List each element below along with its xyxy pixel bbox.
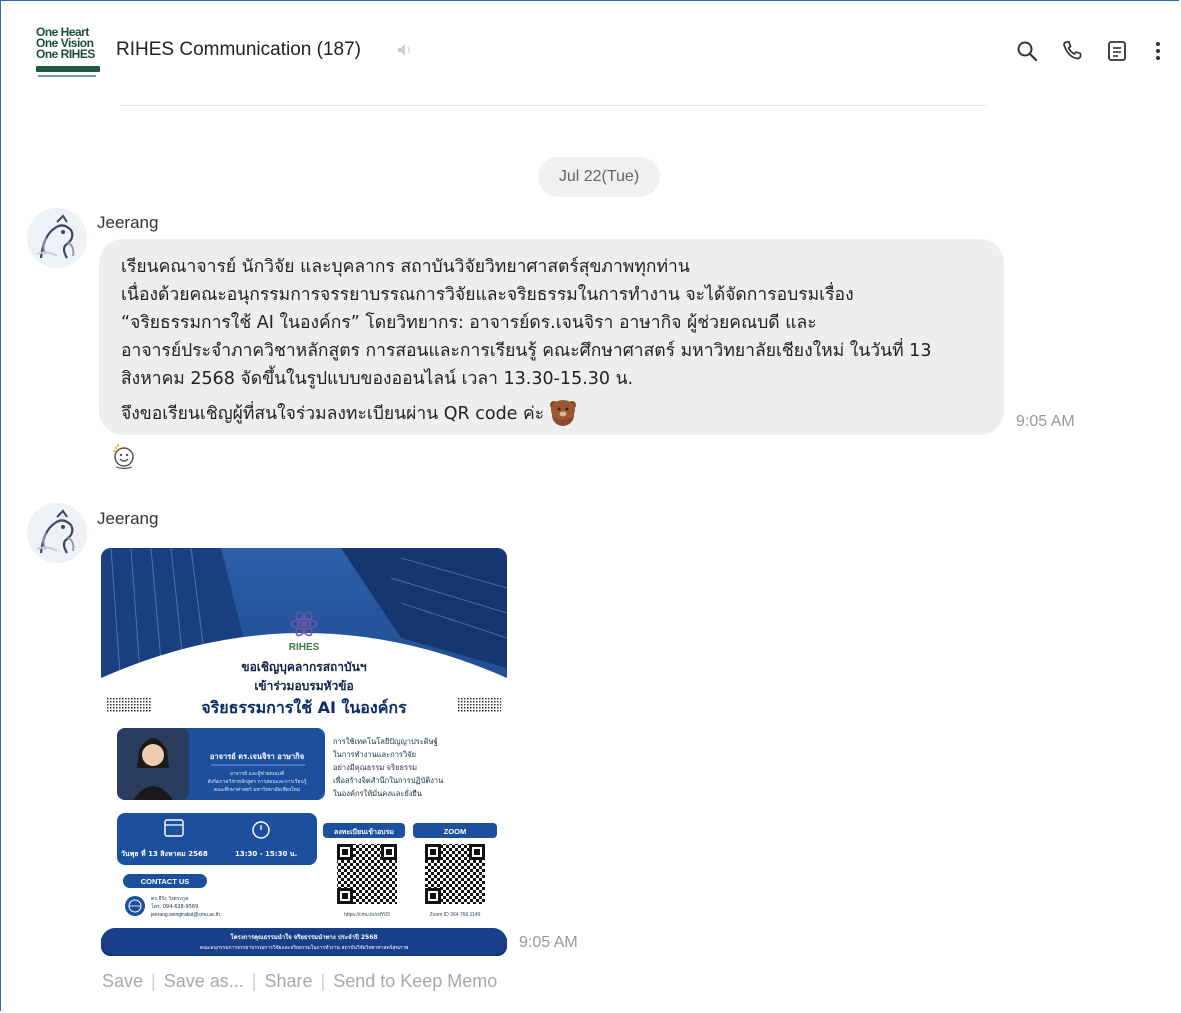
- message-line: อาจารย์ประจำภาควิชาหลักสูตร การสอนและการ…: [121, 341, 932, 361]
- logo-line: One RIHES: [36, 47, 95, 61]
- poster-desc: ในการทำงานและการวิจัย: [333, 750, 416, 759]
- poster-footer: โครงการคุณธรรมนำใจ จริยธรรมนำทาง ประจำปี…: [229, 933, 377, 941]
- poster-desc: อย่างมีคุณธรรม จริยธรรม: [333, 763, 417, 772]
- logo-bar: [38, 75, 96, 77]
- poster-contact-label: CONTACT US: [141, 877, 190, 886]
- bear-emoji-icon: [550, 400, 577, 426]
- sender-name: Jeerang: [97, 509, 159, 528]
- poster-speaker-role: อาจารย์ และผู้ช่วยคณบดี: [230, 770, 284, 777]
- poster-desc: การใช้เทคโนโลยีปัญญาประดิษฐ์: [333, 737, 438, 746]
- phone-icon[interactable]: [1060, 39, 1084, 63]
- poster-org: RIHES: [289, 642, 320, 653]
- poster-date: วันพุธ ที่ 13 สิงหาคม 2568: [121, 848, 208, 858]
- poster-speaker-role: สังกัดภาควิชาหลักสูตร การสอนและการเรียนร…: [207, 778, 306, 785]
- poster-graphic: RIHES ขอเชิญบุคลากรสถาบันฯ เข้าร่วมอบรมห…: [101, 548, 507, 956]
- poster-time: 13:30 - 15:30 น.: [235, 850, 297, 858]
- chat-window: One Heart One Vision One RIHES RIHES Com…: [0, 0, 1179, 1011]
- rihes-logo: One Heart One Vision One RIHES: [36, 26, 104, 79]
- message-time: 9:05 AM: [1016, 413, 1075, 430]
- notes-icon[interactable]: [1105, 39, 1129, 63]
- separator: |: [151, 971, 156, 991]
- message-line: จึงขอเรียนเชิญผู้ที่สนใจร่วมลงทะเบียนผ่า…: [121, 404, 545, 424]
- poster-speaker-name: อาจารย์ ดร.เจนจิรา อาษากิจ: [210, 752, 304, 761]
- poster-invite-line: เข้าร่วมอบรมหัวข้อ: [254, 679, 353, 693]
- avatar[interactable]: [27, 208, 87, 268]
- message-line: “จริยธรรมการใช้ AI ในองค์กร” โดยวิทยากร:…: [121, 313, 817, 333]
- avatar-drawing-icon: [27, 208, 87, 268]
- save-link[interactable]: Save: [102, 971, 143, 991]
- header-divider: [121, 105, 987, 106]
- poster-zoom-label: ZOOM: [444, 827, 467, 836]
- date-separator: Jul 22(Tue): [538, 157, 660, 197]
- message-line: เรียนคณาจารย์ นักวิจัย และบุคลากร สถาบัน…: [121, 257, 690, 277]
- poster-register-link: https://cmu.to/cdY03: [344, 912, 390, 918]
- share-link[interactable]: Share: [264, 971, 312, 991]
- poster-image[interactable]: RIHES ขอเชิญบุคลากรสถาบันฯ เข้าร่วมอบรมห…: [101, 548, 507, 956]
- message-line: เนื่องด้วยคณะอนุกรรมการจรรยาบรรณการวิจัย…: [121, 285, 854, 305]
- chat-title: RIHES Communication (187): [116, 39, 361, 60]
- message-line-last: จึงขอเรียนเชิญผู้ที่สนใจร่วมลงทะเบียนผ่า…: [121, 393, 984, 428]
- send-to-keep-memo-link[interactable]: Send to Keep Memo: [333, 971, 497, 991]
- avatar-drawing-icon: [27, 503, 87, 563]
- poster-topic: จริยธรรมการใช้ AI ในองค์กร: [201, 698, 407, 717]
- avatar[interactable]: [27, 503, 87, 563]
- separator: |: [320, 971, 326, 991]
- separator: |: [251, 971, 257, 991]
- message-time: 9:05 AM: [519, 934, 578, 951]
- poster-invite-line: ขอเชิญบุคลากรสถาบันฯ: [241, 660, 366, 675]
- poster-desc: ในองค์กรให้มั่นคงและยั่งยืน: [333, 788, 422, 798]
- message-line: สิงหาคม 2568 จัดขึ้นในรูปแบบของออนไลน์ เ…: [121, 369, 634, 389]
- poster-contact-name: ดร.จีรัง วังตระกูล: [151, 895, 188, 902]
- poster-register-label: ลงทะเบียนเข้าอบรม: [334, 827, 394, 836]
- logo-bar: [36, 66, 100, 72]
- poster-speaker-role: คณะศึกษาศาสตร์ มหาวิทยาลัยเชียงใหม่: [214, 786, 300, 793]
- mute-speaker-icon[interactable]: [396, 41, 414, 59]
- poster-footer: คณะอนุกรรมการจรรยาบรรณการวิจัยและจริยธรร…: [200, 944, 409, 951]
- sender-name: Jeerang: [97, 213, 159, 232]
- poster-contact-phone: โทร. 094-628-9569: [151, 903, 198, 910]
- message-bubble[interactable]: เรียนคณาจารย์ นักวิจัย และบุคลากร สถาบัน…: [99, 239, 1004, 435]
- search-icon[interactable]: [1015, 39, 1039, 63]
- smile-reaction-icon[interactable]: [109, 441, 139, 471]
- poster-desc: เพื่อสร้างจิตสำนึกในการปฏิบัติงาน: [333, 775, 443, 785]
- save-as-link[interactable]: Save as...: [164, 971, 244, 991]
- chat-header: One Heart One Vision One RIHES RIHES Com…: [1, 1, 1179, 106]
- poster-contact-email: jeerang.wongtrakul@cmu.ac.th: [150, 912, 220, 918]
- more-vertical-icon[interactable]: [1146, 39, 1170, 63]
- image-actions: Save | Save as... | Share | Send to Keep Memo: [102, 971, 497, 992]
- poster-zoom-id: Zoom ID 364 766 1149: [430, 912, 481, 918]
